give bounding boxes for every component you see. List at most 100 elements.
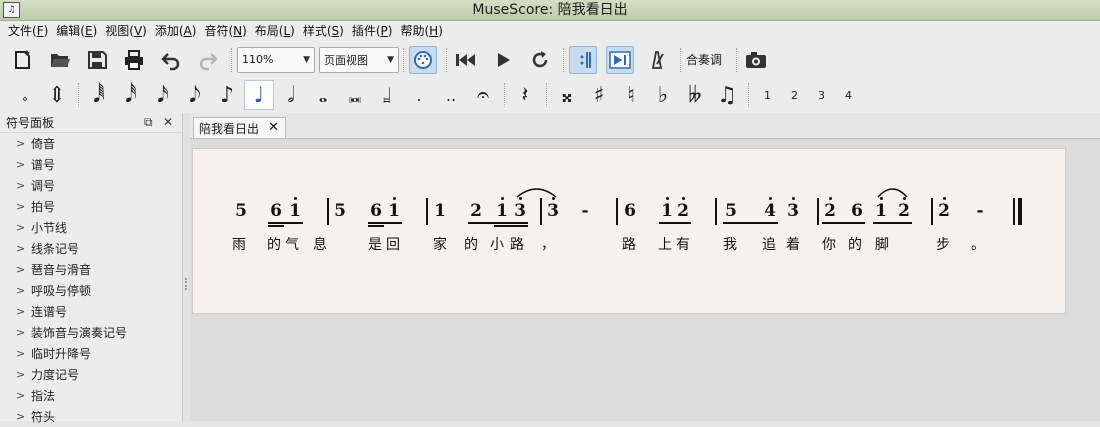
jianpu-note[interactable]: 6 [368,201,384,221]
midi-input-icon[interactable] [409,45,437,74]
menu-item[interactable]: 视图(V) [101,21,151,42]
jianpu-note[interactable]: - [577,201,593,221]
lyric-syllable[interactable]: ， [541,236,555,254]
lyric-syllable[interactable]: 气 [285,236,299,254]
palette-item[interactable]: > 指法 [0,385,182,406]
loop-icon[interactable] [526,46,554,74]
splitter-handle[interactable] [183,113,190,421]
lyric-syllable[interactable]: 。 [971,236,985,254]
menu-item[interactable]: 帮助(H) [396,21,446,42]
tie-icon[interactable]: 𝄐 [468,80,498,110]
rest-icon[interactable]: 𝄽 [510,80,540,110]
jianpu-note[interactable]: 1 [432,201,448,221]
palette-item[interactable]: > 线条记号 [0,238,182,259]
eighth-note-icon[interactable]: 𝅘𝅥𝅮 [180,80,210,110]
save-icon[interactable] [83,46,111,74]
lyric-syllable[interactable]: 我 [723,236,737,254]
palette-item[interactable]: > 调号 [0,175,182,196]
float-icon[interactable]: ⧉ [144,115,153,130]
palette-item[interactable]: > 呼吸与停顿 [0,280,182,301]
open-icon[interactable] [46,46,74,74]
jianpu-note[interactable]: 5 [332,201,348,221]
lyric-syllable[interactable]: 雨 [232,236,246,254]
menu-item[interactable]: 文件(F) [4,21,52,42]
longa-icon[interactable]: 𝆷 [372,80,402,110]
jianpu-note[interactable]: 1 [873,201,889,221]
64th-note-icon[interactable]: 𝅘𝅥𝅱 [84,80,114,110]
metronome-icon[interactable] [643,46,671,74]
jianpu-note[interactable]: 2 [936,201,952,221]
lyric-syllable[interactable]: 的 [464,236,478,254]
palette-item[interactable]: > 装饰音与演奏记号 [0,322,182,343]
lyric-syllable[interactable]: 上 [658,236,672,254]
palette-item[interactable]: > 琶音与滑音 [0,259,182,280]
jianpu-note[interactable]: 1 [659,201,675,221]
jianpu-note[interactable]: 5 [723,201,739,221]
print-icon[interactable] [120,46,148,74]
play-icon[interactable] [489,46,517,74]
menu-item[interactable]: 编辑(E) [52,21,101,42]
flip-direction-icon[interactable]: ♫ [712,80,742,110]
jianpu-note[interactable]: 1 [386,201,402,221]
jianpu-note[interactable]: 3 [512,201,528,221]
breve-icon[interactable]: 𝅜 [340,80,370,110]
lyric-syllable[interactable]: 是 [368,236,382,254]
palette-item[interactable]: > 倚音 [0,133,182,154]
lyric-syllable[interactable]: 家 [433,236,447,254]
whole-note-icon[interactable]: 𝅝 [308,80,338,110]
palette-item[interactable]: > 小节线 [0,217,182,238]
palette-item[interactable]: > 连谱号 [0,301,182,322]
menu-item[interactable]: 样式(S) [299,21,348,42]
sharp-icon[interactable]: ♯ [584,80,614,110]
jianpu-note[interactable]: 3 [545,201,561,221]
lyric-syllable[interactable]: 有 [676,236,690,254]
double-sharp-icon[interactable]: 𝄪 [552,80,582,110]
eighth-note-icon[interactable]: ♪ [212,80,242,110]
pan-icon[interactable] [606,45,634,74]
lyric-syllable[interactable]: 着 [786,236,800,254]
jianpu-note[interactable]: 2 [468,201,484,221]
lyric-syllable[interactable]: 的 [848,236,862,254]
close-tab-icon[interactable]: ✕ [268,120,279,135]
menu-item[interactable]: 插件(P) [348,21,397,42]
jianpu-note[interactable]: 6 [622,201,638,221]
lyric-syllable[interactable]: 息 [313,236,327,254]
lyric-syllable[interactable]: 步 [936,236,950,254]
lyric-syllable[interactable]: 的 [267,236,281,254]
menu-item[interactable]: 添加(A) [151,21,201,42]
redo-icon[interactable] [194,46,222,74]
zoom-select[interactable]: 110% ▼ [237,46,315,73]
jianpu-note[interactable]: 1 [287,201,303,221]
score-tab[interactable]: 陪我看日出 ✕ [193,117,286,138]
lyric-syllable[interactable]: 你 [822,236,836,254]
voice-2-button[interactable]: 2 [781,80,808,110]
close-icon[interactable]: ✕ [163,115,173,129]
double-flat-icon[interactable]: 𝄫 [680,80,710,110]
score-page[interactable]: 5 6 1 5 6 1 1 2 1 3 3-6 1 2 5 4 3 2 6 1 2 2- 雨的气息是回家的小路，路上有我追… [192,148,1066,314]
menu-item[interactable]: 音符(N) [200,21,250,42]
camera-icon[interactable] [742,46,770,74]
rewind-icon[interactable] [452,46,480,74]
jianpu-note[interactable]: 5 [233,201,249,221]
palette-item[interactable]: > 拍号 [0,196,182,217]
lyric-syllable[interactable]: 路 [510,236,524,254]
lyric-syllable[interactable]: 小 [490,236,504,254]
menu-item[interactable]: 布局(L) [251,21,299,42]
voice-4-button[interactable]: 4 [835,80,862,110]
new-score-icon[interactable] [9,46,37,74]
jianpu-note[interactable]: 4 [762,201,778,221]
jianpu-note[interactable]: 6 [268,201,284,221]
jianpu-note[interactable]: 6 [849,201,865,221]
natural-icon[interactable]: ♮ [616,80,646,110]
palette-item[interactable]: > 临时升降号 [0,343,182,364]
jianpu-note[interactable]: 3 [785,201,801,221]
toggle-icon[interactable]: ⇕ [42,80,72,110]
view-mode-select[interactable]: 页面视图 ▼ [319,46,399,73]
note-input-mode-icon[interactable]: 𝆹 [10,80,40,110]
jianpu-note[interactable]: - [972,201,988,221]
augmentation-dot-icon[interactable]: . [404,80,434,110]
jianpu-note[interactable]: 2 [896,201,912,221]
voice-3-button[interactable]: 3 [808,80,835,110]
concert-pitch-button[interactable]: 合奏调 [686,51,722,68]
32nd-note-icon[interactable]: 𝅘𝅥𝅰 [116,80,146,110]
